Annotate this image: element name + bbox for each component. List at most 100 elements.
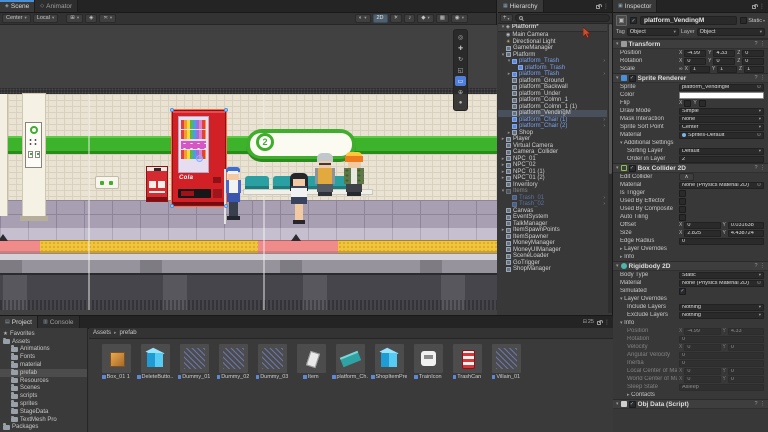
inspector-row[interactable]: Used By Composite (613, 205, 768, 213)
inspector-row[interactable]: Sorting LayerDefault▾ (613, 147, 768, 155)
move-tool[interactable]: ✚ (455, 43, 466, 53)
hierarchy-scene-row[interactable]: ▾◈Platform* (498, 24, 607, 32)
2d-toggle[interactable]: 2D (373, 14, 388, 23)
inspector-row[interactable]: ▸ Info (613, 253, 768, 261)
static-checkbox[interactable] (740, 17, 747, 24)
inspector-row[interactable]: Color (613, 91, 768, 99)
inspector-row[interactable]: ▾ Additional Settings (613, 139, 768, 147)
value-field[interactable]: Nothing▾ (679, 312, 764, 319)
hierarchy-search-input[interactable] (515, 14, 610, 22)
inspector-row[interactable]: Spriteplatform_VendingM⊙ (613, 83, 768, 91)
hierarchy-item[interactable]: ShopManager (498, 266, 607, 273)
inspector-row[interactable]: MaterialSprites-Default⊙ (613, 131, 768, 139)
inspector-row[interactable]: ▾ Info (613, 319, 768, 327)
value-field[interactable]: Center▾ (679, 124, 764, 131)
edit-collider-button[interactable]: ∧ (679, 173, 694, 181)
value-field[interactable]: Simple▾ (679, 108, 764, 115)
flip-y-checkbox[interactable] (699, 100, 706, 107)
inspector-row[interactable]: Include LayersNothing▾ (613, 303, 768, 311)
value-field[interactable]: None (Physics Material 2D)⊙ (679, 280, 764, 287)
asset-item[interactable]: DeleteButto... (138, 344, 172, 380)
value-field[interactable]: 0 (728, 376, 764, 383)
value-field[interactable]: 2 (679, 156, 764, 163)
active-checkbox[interactable]: ✓ (630, 17, 637, 24)
hatch-thumbnail-icon[interactable] (219, 344, 248, 373)
cube-thumbnail-icon[interactable] (141, 344, 170, 373)
inspector-row[interactable]: Order in Layer2 (613, 155, 768, 163)
help-icon[interactable]: ? (754, 165, 757, 171)
value-field[interactable]: 1 (717, 66, 737, 73)
menu-icon[interactable]: ⋮ (760, 165, 766, 171)
shading-mode[interactable]: ◐ ▾ (355, 14, 371, 23)
rect-handle[interactable] (224, 108, 228, 112)
rect-handle[interactable] (170, 108, 174, 112)
value-field[interactable]: 0 (679, 238, 764, 245)
value-field[interactable]: 0 (679, 352, 764, 359)
asset-item[interactable]: Villain_01 (489, 344, 523, 380)
inspector-row[interactable]: World Center of MassX0Y0 (613, 375, 768, 383)
folder-item-animations[interactable]: Animations (0, 346, 87, 354)
inspector-row[interactable]: Used By Effector (613, 197, 768, 205)
create-object-button[interactable]: +▾ (500, 14, 513, 22)
value-field[interactable]: 0 (728, 368, 764, 375)
inspector-row[interactable]: Rotation0 (613, 335, 768, 343)
value-field[interactable]: platform_VendingM⊙ (679, 84, 764, 91)
transform-tool[interactable]: ⊕ (455, 87, 466, 97)
audio-toggle[interactable]: ♪ (404, 14, 415, 23)
tag-dropdown[interactable]: Object▾ (627, 28, 679, 36)
folder-item-sprites[interactable]: sprites (0, 400, 87, 408)
tab-console[interactable]: ▥ Console (38, 316, 80, 328)
snap-increment[interactable]: ≍ ▾ (99, 14, 116, 23)
folder-item-stagedata[interactable]: StageData (0, 408, 87, 416)
inspector-row[interactable]: FlipXY (613, 99, 768, 107)
npc-orange-hair[interactable] (342, 152, 367, 198)
folder-item-scripts[interactable]: scripts (0, 392, 87, 400)
checkbox[interactable] (679, 198, 686, 205)
help-icon[interactable]: ? (754, 263, 757, 269)
value-field[interactable]: 4.438724 (728, 230, 764, 237)
hatch-thumbnail-icon[interactable] (492, 344, 521, 373)
asset-item[interactable]: TrainIcon (411, 344, 445, 380)
snap-toggle[interactable]: ◈ (85, 14, 97, 23)
component-header[interactable]: ▾✓Sprite Renderer?⋮ (613, 73, 768, 83)
inspector-row[interactable]: Inertia0 (613, 359, 768, 367)
foldout-icon[interactable]: ▾ (616, 41, 619, 47)
rotate-tool[interactable]: ↻ (455, 54, 466, 64)
component-header[interactable]: ▾✓Obj Data (Script)?⋮ (613, 399, 768, 409)
rect-handle[interactable] (170, 204, 174, 208)
pivot-handle[interactable] (196, 155, 203, 162)
inspector-row[interactable]: Draw ModeSimple▾ (613, 107, 768, 115)
value-field[interactable] (679, 92, 764, 99)
prefab-open-arrow[interactable]: › (603, 58, 607, 65)
component-enabled-checkbox[interactable]: ✓ (629, 165, 636, 172)
scale-tool[interactable]: ◱ (455, 65, 466, 75)
flip-x-checkbox[interactable] (684, 100, 691, 107)
left-pillar[interactable] (0, 94, 8, 216)
folder-item-scenes[interactable]: Scenes (0, 385, 87, 393)
foldout-icon[interactable]: ▾ (616, 165, 619, 171)
asset-item[interactable]: Box_01 1 (99, 344, 133, 380)
inspector-row[interactable]: Is Trigger (613, 189, 768, 197)
help-icon[interactable]: ? (754, 41, 757, 47)
value-field[interactable]: Static▾ (679, 272, 764, 279)
breadcrumb-prefab[interactable]: prefab (120, 330, 137, 336)
value-field[interactable]: 0 (684, 58, 706, 65)
asset-item[interactable]: ShopItemPre... (372, 344, 406, 380)
inspector-row[interactable]: Exclude LayersNothing▾ (613, 311, 768, 319)
npc-school-girl[interactable] (287, 173, 311, 227)
small-wall-sign[interactable] (95, 176, 119, 189)
value-field[interactable]: 0 (679, 360, 764, 367)
inspector-row[interactable]: RotationX0Y0Z0 (613, 57, 768, 65)
folder-item-material[interactable]: material (0, 361, 87, 369)
component-header[interactable]: ▾Transform?⋮ (613, 39, 768, 49)
tab-animator[interactable]: ◇ Animator (35, 0, 78, 12)
inspector-row[interactable]: Simulated✓ (613, 287, 768, 295)
prefab-open-arrow[interactable]: › (603, 123, 607, 130)
inspector-row[interactable]: Auto Tiling (613, 213, 768, 221)
component-header[interactable]: ▾✓Box Collider 2D?⋮ (613, 163, 768, 173)
npc-old-man[interactable] (313, 153, 338, 198)
inspector-row[interactable]: Local Center of MassX0Y0 (613, 367, 768, 375)
value-field[interactable]: 0 (684, 376, 720, 383)
pivot-mode-dropdown[interactable]: Center▾ (2, 14, 31, 23)
tab-project[interactable]: ▤ Project (0, 316, 38, 328)
